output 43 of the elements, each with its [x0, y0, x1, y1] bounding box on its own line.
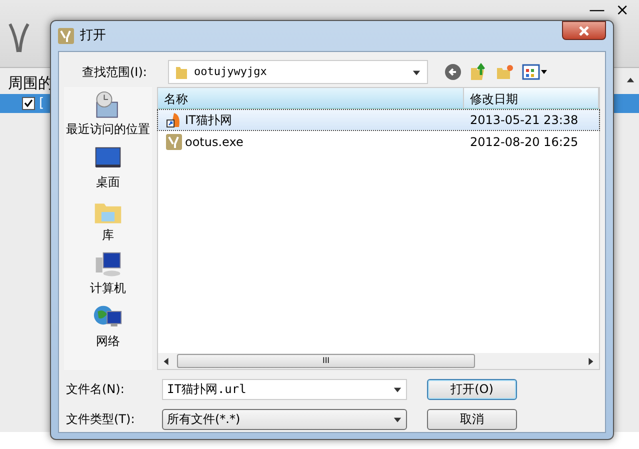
back-icon[interactable]	[444, 63, 462, 81]
file-row[interactable]: IT猫扑网 2013-05-21 23:38	[158, 110, 599, 130]
shortcut-file-icon	[166, 112, 182, 128]
cancel-button[interactable]: 取消	[427, 408, 517, 430]
sidebar-place[interactable]: 库	[93, 197, 123, 242]
file-name: ootus.exe	[185, 134, 244, 151]
dropdown-arrow-icon	[412, 68, 421, 76]
look-in-dropdown[interactable]: ootujywyjgx	[168, 60, 428, 84]
app-icon	[58, 28, 74, 44]
minimize-button[interactable]: —	[583, 0, 611, 20]
view-menu-icon[interactable]	[522, 64, 548, 80]
dropdown-arrow-icon	[393, 384, 402, 394]
column-header[interactable]: 名称	[158, 88, 464, 108]
scroll-up-arrow-icon[interactable]	[626, 76, 635, 85]
dialog-title: 打开	[80, 27, 106, 46]
sidebar-place[interactable]: 计算机	[90, 250, 126, 295]
close-icon	[578, 26, 590, 36]
scrollbar-thumb[interactable]: III	[177, 354, 475, 368]
close-button[interactable]	[562, 21, 606, 40]
close-button[interactable]: ×	[610, 0, 635, 20]
look-in-label: 查找范围(I):	[82, 64, 148, 81]
scroll-left-arrow-icon[interactable]	[162, 356, 171, 366]
file-date: 2013-05-21 23:38	[469, 112, 578, 129]
app-file-icon	[166, 134, 182, 150]
row-label: [	[39, 94, 44, 113]
sidebar-place[interactable]: 最近访问的位置	[66, 91, 150, 136]
sidebar-place[interactable]: 网络	[93, 303, 123, 348]
column-header[interactable]: 修改日期	[464, 88, 599, 108]
checkbox[interactable]	[22, 97, 35, 110]
scroll-right-arrow-icon[interactable]	[586, 356, 595, 366]
file-name-field[interactable]: IT猫扑网.url	[162, 378, 407, 400]
up-folder-icon[interactable]	[470, 63, 488, 81]
new-folder-icon[interactable]	[496, 64, 514, 80]
folder-icon	[175, 64, 188, 80]
sidebar-place[interactable]: 桌面	[93, 144, 123, 189]
dropdown-arrow-icon	[393, 414, 402, 424]
file-row[interactable]: ootus.exe 2012-08-20 16:25	[158, 132, 599, 152]
file-name-label: 文件名(N):	[66, 381, 126, 398]
file-name: IT猫扑网	[185, 112, 232, 129]
file-date: 2012-08-20 16:25	[469, 134, 578, 151]
open-button[interactable]: 打开(O)	[427, 378, 517, 400]
file-type-label: 文件类型(T):	[66, 411, 136, 428]
file-type-field[interactable]: 所有文件(*.*)	[162, 408, 407, 430]
